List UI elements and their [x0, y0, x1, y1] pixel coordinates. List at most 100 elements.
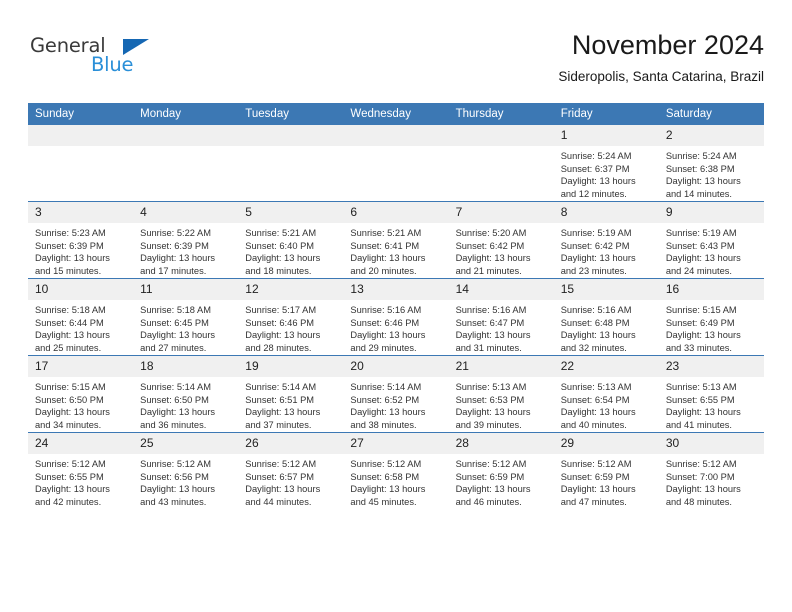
calendar-day-cell[interactable]: 9 Sunrise: 5:19 AM Sunset: 6:43 PM Daylight…: [658, 201, 764, 279]
daylight-text-line2: and 15 minutes.: [35, 265, 102, 276]
daylight-text-line1: Daylight: 13 hours: [350, 253, 426, 264]
daylight-text-line1: Daylight: 13 hours: [455, 484, 531, 495]
daylight-text-line1: Daylight: 13 hours: [560, 407, 636, 418]
calendar-day-cell[interactable]: 7 Sunrise: 5:20 AM Sunset: 6:42 PM Daylight…: [448, 201, 554, 279]
day-number: [28, 125, 134, 146]
day-number: 2: [658, 125, 764, 146]
sunset-text: Sunset: 6:43 PM: [665, 240, 735, 251]
daylight-text-line1: Daylight: 13 hours: [665, 330, 741, 341]
calendar-day-cell[interactable]: 22 Sunrise: 5:13 AM Sunset: 6:54 PM Dayligh…: [553, 355, 659, 433]
daylight-text-line1: Daylight: 13 hours: [35, 253, 110, 264]
calendar-day-cell[interactable]: 30 Sunrise: 5:12 AM Sunset: 7:00 PM Dayligh…: [658, 432, 764, 509]
sunrise-text: Sunrise: 5:15 AM: [35, 382, 106, 392]
calendar-day-cell[interactable]: 20 Sunrise: 5:14 AM Sunset: 6:52 PM Dayligh…: [343, 355, 449, 433]
title-block: November 2024 Sideropolis, Santa Catarin…: [558, 28, 764, 87]
calendar-day-cell[interactable]: 8 Sunrise: 5:19 AM Sunset: 6:42 PM Daylight…: [553, 201, 659, 279]
calendar-day-cell[interactable]: 24 Sunrise: 5:12 AM Sunset: 6:55 PM Dayligh…: [28, 432, 134, 509]
sunrise-text: Sunrise: 5:21 AM: [245, 228, 317, 238]
day-number: 27: [343, 433, 449, 454]
calendar-day-cell[interactable]: 27 Sunrise: 5:12 AM Sunset: 6:58 PM Dayligh…: [343, 432, 449, 509]
calendar-day-cell[interactable]: 25 Sunrise: 5:12 AM Sunset: 6:56 PM Dayligh…: [133, 432, 239, 509]
daylight-text-line2: and 47 minutes.: [560, 496, 627, 507]
calendar-day-cell[interactable]: 2 Sunrise: 5:24 AM Sunset: 6:38 PM Daylight…: [658, 125, 764, 202]
day-number: 8: [553, 202, 659, 223]
calendar-day-cell[interactable]: 1 Sunrise: 5:24 AM Sunset: 6:37 PM Daylight…: [553, 125, 659, 202]
daylight-text-line2: and 21 minutes.: [455, 265, 522, 276]
daylight-text-line1: Daylight: 13 hours: [140, 484, 216, 495]
calendar-day-cell[interactable]: 5 Sunrise: 5:21 AM Sunset: 6:40 PM Daylight…: [238, 201, 344, 279]
sunset-text: Sunset: 7:00 PM: [665, 471, 735, 482]
calendar-day-cell[interactable]: 14 Sunrise: 5:16 AM Sunset: 6:47 PM Dayligh…: [448, 278, 554, 356]
day-details: Sunrise: 5:12 AM Sunset: 6:55 PM Daylight:…: [28, 454, 133, 508]
day-details: Sunrise: 5:16 AM Sunset: 6:48 PM Daylight:…: [554, 300, 659, 354]
day-number: 29: [553, 433, 659, 454]
day-details: Sunrise: 5:16 AM Sunset: 6:47 PM Daylight:…: [449, 300, 554, 354]
sunrise-text: Sunrise: 5:17 AM: [245, 305, 317, 315]
calendar-day-cell[interactable]: 11 Sunrise: 5:18 AM Sunset: 6:45 PM Dayligh…: [133, 278, 239, 356]
day-details: Sunrise: 5:12 AM Sunset: 6:58 PM Daylight:…: [343, 454, 448, 508]
calendar-day-cell[interactable]: 13 Sunrise: 5:16 AM Sunset: 6:46 PM Dayligh…: [343, 278, 449, 356]
day-number: 11: [133, 279, 239, 300]
calendar-day-cell[interactable]: 29 Sunrise: 5:12 AM Sunset: 6:59 PM Dayligh…: [553, 432, 659, 509]
day-number: 25: [133, 433, 239, 454]
weekday-header-thursday: Thursday: [448, 103, 554, 125]
calendar-week-row: 24 Sunrise: 5:12 AM Sunset: 6:55 PM Dayligh…: [28, 432, 764, 509]
calendar-day-cell[interactable]: 15 Sunrise: 5:16 AM Sunset: 6:48 PM Dayligh…: [553, 278, 659, 356]
calendar-day-cell[interactable]: 12 Sunrise: 5:17 AM Sunset: 6:46 PM Dayligh…: [238, 278, 344, 356]
calendar-day-cell[interactable]: 3 Sunrise: 5:23 AM Sunset: 6:39 PM Daylight…: [28, 201, 134, 279]
daylight-text-line2: and 46 minutes.: [455, 496, 522, 507]
sunrise-text: Sunrise: 5:12 AM: [560, 459, 632, 469]
logo-text-blue: Blue: [91, 53, 134, 76]
calendar-day-cell[interactable]: 23 Sunrise: 5:13 AM Sunset: 6:55 PM Dayligh…: [658, 355, 764, 433]
daylight-text-line2: and 24 minutes.: [665, 265, 732, 276]
sunrise-text: Sunrise: 5:16 AM: [455, 305, 527, 315]
day-details: Sunrise: 5:23 AM Sunset: 6:39 PM Daylight:…: [28, 223, 133, 277]
day-details: Sunrise: 5:24 AM Sunset: 6:37 PM Daylight:…: [554, 146, 659, 200]
day-details: Sunrise: 5:20 AM Sunset: 6:42 PM Daylight:…: [449, 223, 554, 277]
calendar-day-cell[interactable]: 28 Sunrise: 5:12 AM Sunset: 6:59 PM Dayligh…: [448, 432, 554, 509]
daylight-text-line2: and 40 minutes.: [560, 419, 627, 430]
sunrise-text: Sunrise: 5:16 AM: [560, 305, 632, 315]
day-number: 18: [133, 356, 239, 377]
day-details: Sunrise: 5:22 AM Sunset: 6:39 PM Daylight:…: [133, 223, 238, 277]
day-number: 14: [448, 279, 554, 300]
sunset-text: Sunset: 6:39 PM: [140, 240, 209, 251]
day-number: 4: [133, 202, 239, 223]
calendar-day-cell[interactable]: 16 Sunrise: 5:15 AM Sunset: 6:49 PM Dayligh…: [658, 278, 764, 356]
sunrise-text: Sunrise: 5:12 AM: [35, 459, 106, 469]
day-number: 10: [28, 279, 134, 300]
day-details: Sunrise: 5:12 AM Sunset: 7:00 PM Daylight:…: [659, 454, 764, 508]
daylight-text-line1: Daylight: 13 hours: [350, 407, 426, 418]
calendar-day-cell[interactable]: 21 Sunrise: 5:13 AM Sunset: 6:53 PM Dayligh…: [448, 355, 554, 433]
sunset-text: Sunset: 6:41 PM: [350, 240, 420, 251]
day-number: 7: [448, 202, 554, 223]
sunset-text: Sunset: 6:58 PM: [350, 471, 420, 482]
day-details: Sunrise: 5:12 AM Sunset: 6:59 PM Daylight:…: [449, 454, 554, 508]
daylight-text-line1: Daylight: 13 hours: [140, 253, 216, 264]
daylight-text-line1: Daylight: 13 hours: [35, 484, 110, 495]
day-number: 19: [238, 356, 344, 377]
daylight-text-line2: and 33 minutes.: [665, 342, 732, 353]
calendar-day-cell[interactable]: 17 Sunrise: 5:15 AM Sunset: 6:50 PM Dayligh…: [28, 355, 134, 433]
calendar-day-cell[interactable]: 18 Sunrise: 5:14 AM Sunset: 6:50 PM Dayligh…: [133, 355, 239, 433]
day-number: 6: [343, 202, 449, 223]
sunrise-text: Sunrise: 5:12 AM: [140, 459, 211, 469]
calendar-day-cell[interactable]: 19 Sunrise: 5:14 AM Sunset: 6:51 PM Dayligh…: [238, 355, 344, 433]
weekday-header-sunday: Sunday: [28, 103, 134, 125]
page-subtitle: Sideropolis, Santa Catarina, Brazil: [558, 69, 764, 84]
sunrise-text: Sunrise: 5:12 AM: [665, 459, 737, 469]
sunrise-text: Sunrise: 5:16 AM: [350, 305, 422, 315]
daylight-text-line2: and 39 minutes.: [455, 419, 522, 430]
sunset-text: Sunset: 6:55 PM: [35, 471, 104, 482]
sunrise-text: Sunrise: 5:15 AM: [665, 305, 737, 315]
daylight-text-line2: and 23 minutes.: [560, 265, 627, 276]
sunset-text: Sunset: 6:50 PM: [35, 394, 104, 405]
day-details: Sunrise: 5:19 AM Sunset: 6:43 PM Daylight:…: [659, 223, 764, 277]
day-details: Sunrise: 5:24 AM Sunset: 6:38 PM Daylight:…: [659, 146, 764, 200]
calendar-day-cell[interactable]: 6 Sunrise: 5:21 AM Sunset: 6:41 PM Daylight…: [343, 201, 449, 279]
sunset-text: Sunset: 6:44 PM: [35, 317, 104, 328]
calendar-day-cell[interactable]: 10 Sunrise: 5:18 AM Sunset: 6:44 PM Dayligh…: [28, 278, 134, 356]
daylight-text-line1: Daylight: 13 hours: [140, 407, 216, 418]
calendar-day-cell[interactable]: 26 Sunrise: 5:12 AM Sunset: 6:57 PM Dayligh…: [238, 432, 344, 509]
calendar-day-cell[interactable]: 4 Sunrise: 5:22 AM Sunset: 6:39 PM Daylight…: [133, 201, 239, 279]
